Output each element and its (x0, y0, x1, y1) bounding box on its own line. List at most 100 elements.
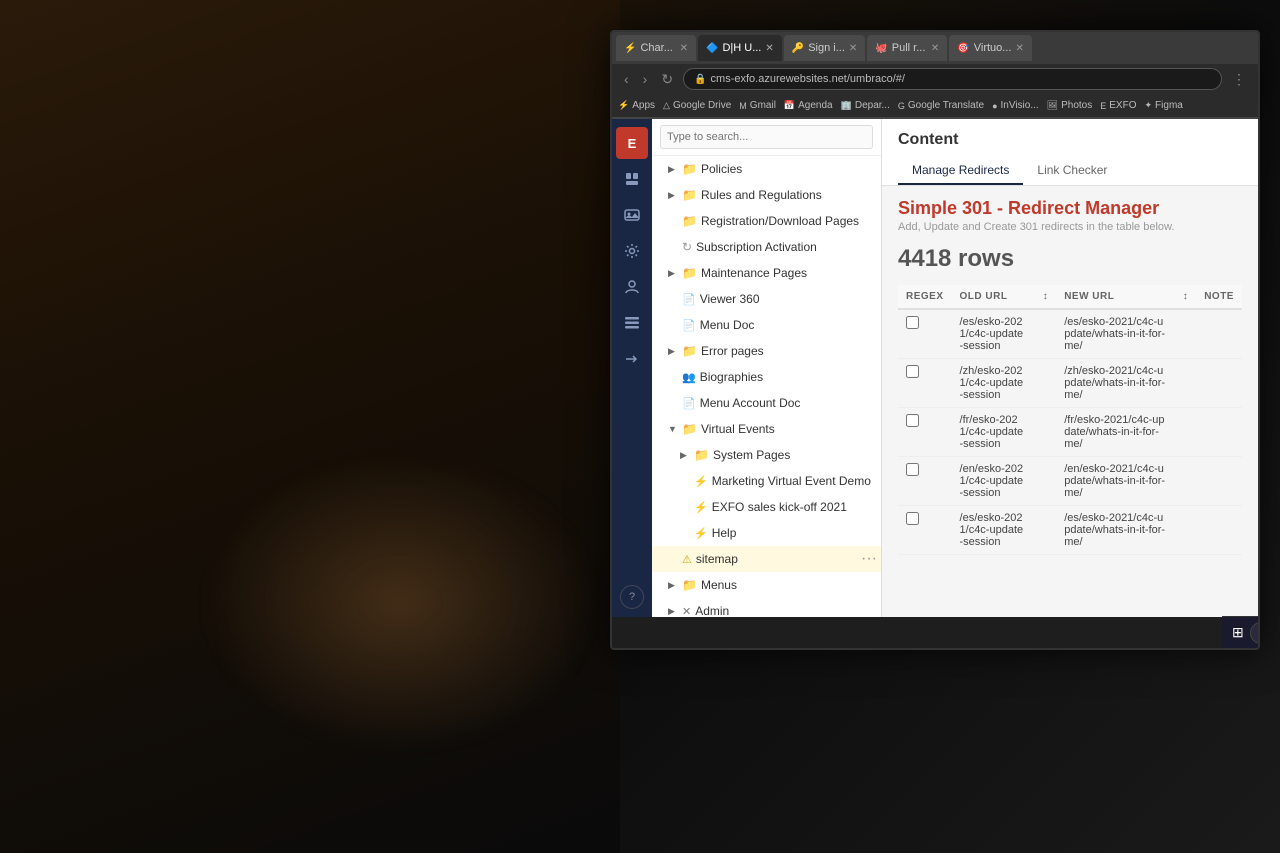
bookmark-photos[interactable]: 🖼 Photos (1047, 100, 1093, 111)
spacer-4 (1035, 506, 1057, 555)
address-bar[interactable]: 🔒 cms-exfo.azurewebsites.net/umbraco/#/ (683, 68, 1222, 90)
tab-sign[interactable]: 🔑 Sign i... ✕ (784, 35, 866, 61)
bookmark-exfo[interactable]: E EXFO (1100, 100, 1136, 111)
tree-item-help[interactable]: ▶ ⚡ Help (652, 520, 881, 546)
bookmark-agenda[interactable]: 📅 Agenda (784, 100, 833, 111)
tree-item-virtualevents[interactable]: ▼ 📁 Virtual Events (652, 416, 881, 442)
start-button[interactable]: ⊞ (1226, 622, 1250, 643)
arrow-admin: ▶ (668, 606, 678, 617)
tab-close-1[interactable]: ✕ (765, 43, 773, 54)
tab-pull[interactable]: 🐙 Pull r... ✕ (867, 35, 947, 61)
tab-char[interactable]: ⚡ Char... ✕ (616, 35, 696, 61)
tab-close-2[interactable]: ✕ (849, 43, 857, 54)
bookmarks-bar: ⚡ Apps △ Google Drive M Gmail 📅 Agenda 🏢… (612, 94, 1258, 118)
new-url-cell-3: /en/esko-2021/c4c-update/whats-in-it-for… (1056, 457, 1175, 506)
regex-checkbox-0[interactable] (906, 316, 919, 329)
col-regex[interactable]: REGEX (898, 285, 952, 309)
doc-icon-menudoc: 📄 (682, 319, 696, 332)
folder-icon-policies: 📁 (682, 162, 697, 176)
tab-manage-redirects[interactable]: Manage Redirects (898, 157, 1023, 185)
content-header: Content Manage Redirects Link Checker (882, 119, 1258, 186)
sidebar-content-btn[interactable] (616, 163, 648, 195)
folder-icon-rules: 📁 (682, 188, 697, 202)
tree-item-subscription[interactable]: ▶ ↻ Subscription Activation (652, 234, 881, 260)
redirect-body: Simple 301 - Redirect Manager Add, Updat… (882, 186, 1258, 617)
tab-virtuo[interactable]: 🎯 Virtuo... ✕ (949, 35, 1032, 61)
taskbar: ⊞ 🔍 Taper ici pour rechercher 🎤 ⊟ e ⚡ ◎ … (1222, 616, 1260, 648)
bookmark-invision[interactable]: ● InVisio... (992, 100, 1039, 111)
tree-item-admin[interactable]: ▶ ✕ Admin (652, 598, 881, 617)
sidebar-help-btn[interactable]: ? (620, 585, 644, 609)
tab-dhu[interactable]: 🔷 D|H U... ✕ (698, 35, 782, 61)
sidebar-media-btn[interactable] (616, 199, 648, 231)
taskbar-search[interactable]: 🔍 Taper ici pour rechercher 🎤 (1250, 622, 1260, 644)
tree-item-marketingvirtual[interactable]: ▶ ⚡ Marketing Virtual Event Demo (652, 468, 881, 494)
col-new-url[interactable]: NEW URL (1056, 285, 1175, 309)
note-cell-2 (1196, 408, 1242, 457)
tab-close-0[interactable]: ✕ (680, 43, 688, 54)
note-cell-3 (1196, 457, 1242, 506)
regex-cell-4[interactable] (898, 506, 952, 555)
regex-checkbox-2[interactable] (906, 414, 919, 427)
note-cell-1 (1196, 359, 1242, 408)
tree-item-biographies[interactable]: ▶ 👥 Biographies (652, 364, 881, 390)
tree-item-menudoc[interactable]: ▶ 📄 Menu Doc (652, 312, 881, 338)
arrow-virtualevents: ▼ (668, 424, 678, 434)
new-url-cell-1: /zh/esko-2021/c4c-update/whats-in-it-for… (1056, 359, 1175, 408)
more-button[interactable]: ⋮ (1228, 69, 1250, 90)
regex-cell-3[interactable] (898, 457, 952, 506)
tree-item-policies[interactable]: ▶ 📁 Policies (652, 156, 881, 182)
old-url-cell-4: /es/esko-2021/c4c-update-session (952, 506, 1035, 555)
bookmark-gmail[interactable]: M Gmail (739, 100, 776, 111)
sidebar-logo[interactable]: E (616, 127, 648, 159)
doc-icon-viewer360: 📄 (682, 293, 696, 306)
bookmark-translate[interactable]: G Google Translate (898, 100, 984, 111)
tree-item-sitemap[interactable]: ▶ ⚠ sitemap ··· (652, 546, 881, 572)
tab-link-checker[interactable]: Link Checker (1023, 157, 1121, 185)
tab-close-4[interactable]: ✕ (1015, 43, 1023, 54)
tree-item-registration[interactable]: ▶ 📁 Registration/Download Pages (652, 208, 881, 234)
bookmark-depar[interactable]: 🏢 Depar... (841, 100, 890, 111)
col-sort-new[interactable]: ↕ (1175, 285, 1197, 309)
reload-button[interactable]: ↻ (657, 69, 677, 90)
col-sort-old[interactable]: ↕ (1035, 285, 1057, 309)
sidebar-settings-btn[interactable] (616, 235, 648, 267)
tree-item-viewer360[interactable]: ▶ 📄 Viewer 360 (652, 286, 881, 312)
tab-bar: ⚡ Char... ✕ 🔷 D|H U... ✕ 🔑 Sign i... ✕ 🐙… (612, 32, 1258, 64)
tree-item-exfosales[interactable]: ▶ ⚡ EXFO sales kick-off 2021 (652, 494, 881, 520)
tree-item-errorpages[interactable]: ▶ 📁 Error pages (652, 338, 881, 364)
arrow-menus: ▶ (668, 580, 678, 591)
regex-cell-2[interactable] (898, 408, 952, 457)
sidebar-user-btn[interactable] (616, 271, 648, 303)
bookmark-googledrive[interactable]: △ Google Drive (663, 100, 731, 111)
tree-item-rules[interactable]: ▶ 📁 Rules and Regulations (652, 182, 881, 208)
col-note[interactable]: NOTE (1196, 285, 1242, 309)
tree-item-maintenance[interactable]: ▶ 📁 Maintenance Pages (652, 260, 881, 286)
tree-search-input[interactable] (660, 125, 873, 149)
sitemap-more-btn[interactable]: ··· (857, 550, 881, 568)
bookmark-apps[interactable]: ⚡ Apps (618, 100, 655, 111)
tree-item-menus[interactable]: ▶ 📁 Menus (652, 572, 881, 598)
sidebar-redirect-btn[interactable] (616, 343, 648, 375)
folder-icon-menus: 📁 (682, 578, 697, 592)
sidebar-list-btn[interactable] (616, 307, 648, 339)
folder-icon-errorpages: 📁 (682, 344, 697, 358)
regex-cell-1[interactable] (898, 359, 952, 408)
spacer-3 (1035, 457, 1057, 506)
tab-close-3[interactable]: ✕ (931, 43, 939, 54)
browser-chrome: ⚡ Char... ✕ 🔷 D|H U... ✕ 🔑 Sign i... ✕ 🐙… (612, 32, 1258, 119)
tree-item-menuaccount[interactable]: ▶ 📄 Menu Account Doc (652, 390, 881, 416)
col-old-url[interactable]: OLD URL (952, 285, 1035, 309)
regex-checkbox-3[interactable] (906, 463, 919, 476)
regex-checkbox-4[interactable] (906, 512, 919, 525)
bookmark-figma[interactable]: ✦ Figma (1145, 100, 1183, 111)
rows-count-label: 4418 rows (898, 245, 1242, 273)
redirect-table-head: REGEX OLD URL ↕ NEW URL ↕ NOTE (898, 285, 1242, 309)
forward-button[interactable]: › (639, 69, 652, 89)
back-button[interactable]: ‹ (620, 69, 633, 89)
content-title-row: Content (898, 131, 1242, 149)
regex-cell-0[interactable] (898, 309, 952, 359)
regex-checkbox-1[interactable] (906, 365, 919, 378)
tree-item-systempages[interactable]: ▶ 📁 System Pages (652, 442, 881, 468)
redirect-table: REGEX OLD URL ↕ NEW URL ↕ NOTE /es/esko-… (898, 285, 1242, 555)
